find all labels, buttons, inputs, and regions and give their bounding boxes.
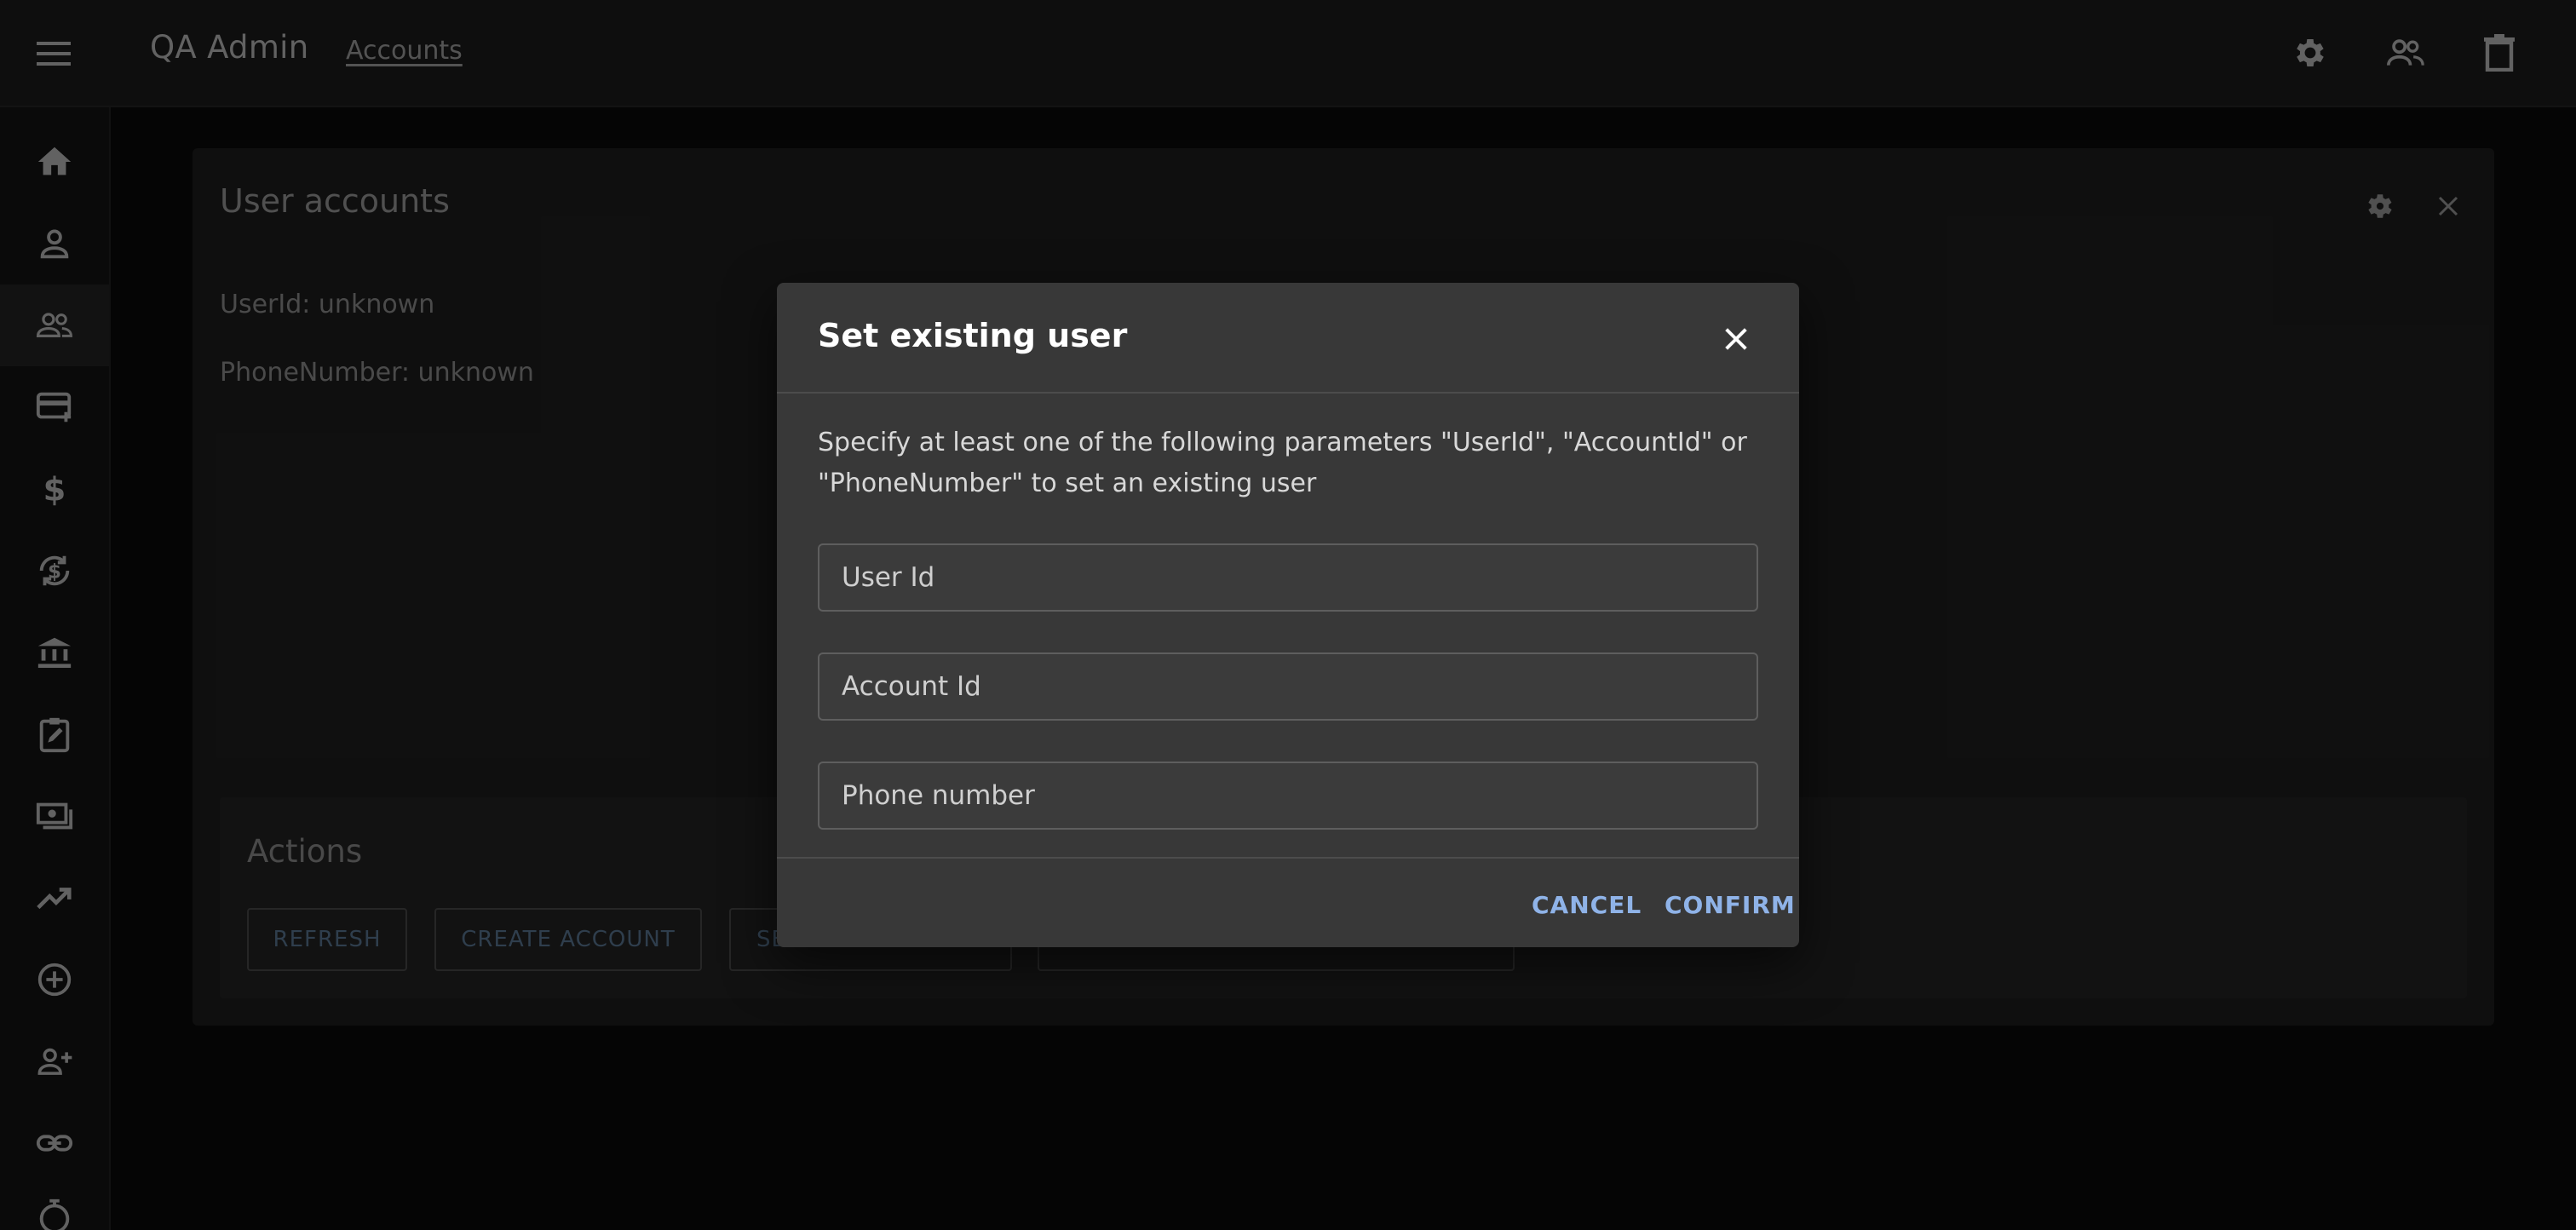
confirm-button[interactable]: CONFIRM: [1659, 884, 1801, 925]
dialog-title: Set existing user: [818, 317, 1128, 354]
dialog-footer: CANCEL CONFIRM: [777, 857, 1799, 947]
user-id-input[interactable]: [818, 543, 1758, 612]
cancel-button[interactable]: CANCEL: [1527, 884, 1647, 925]
set-existing-user-dialog: Set existing user Specify at least one o…: [777, 283, 1799, 947]
phone-number-input[interactable]: [818, 762, 1758, 830]
dialog-description: Specify at least one of the following pa…: [818, 428, 1747, 498]
dialog-header: Set existing user: [777, 283, 1799, 394]
dialog-close-icon[interactable]: [1712, 315, 1760, 363]
account-id-input[interactable]: [818, 652, 1758, 721]
